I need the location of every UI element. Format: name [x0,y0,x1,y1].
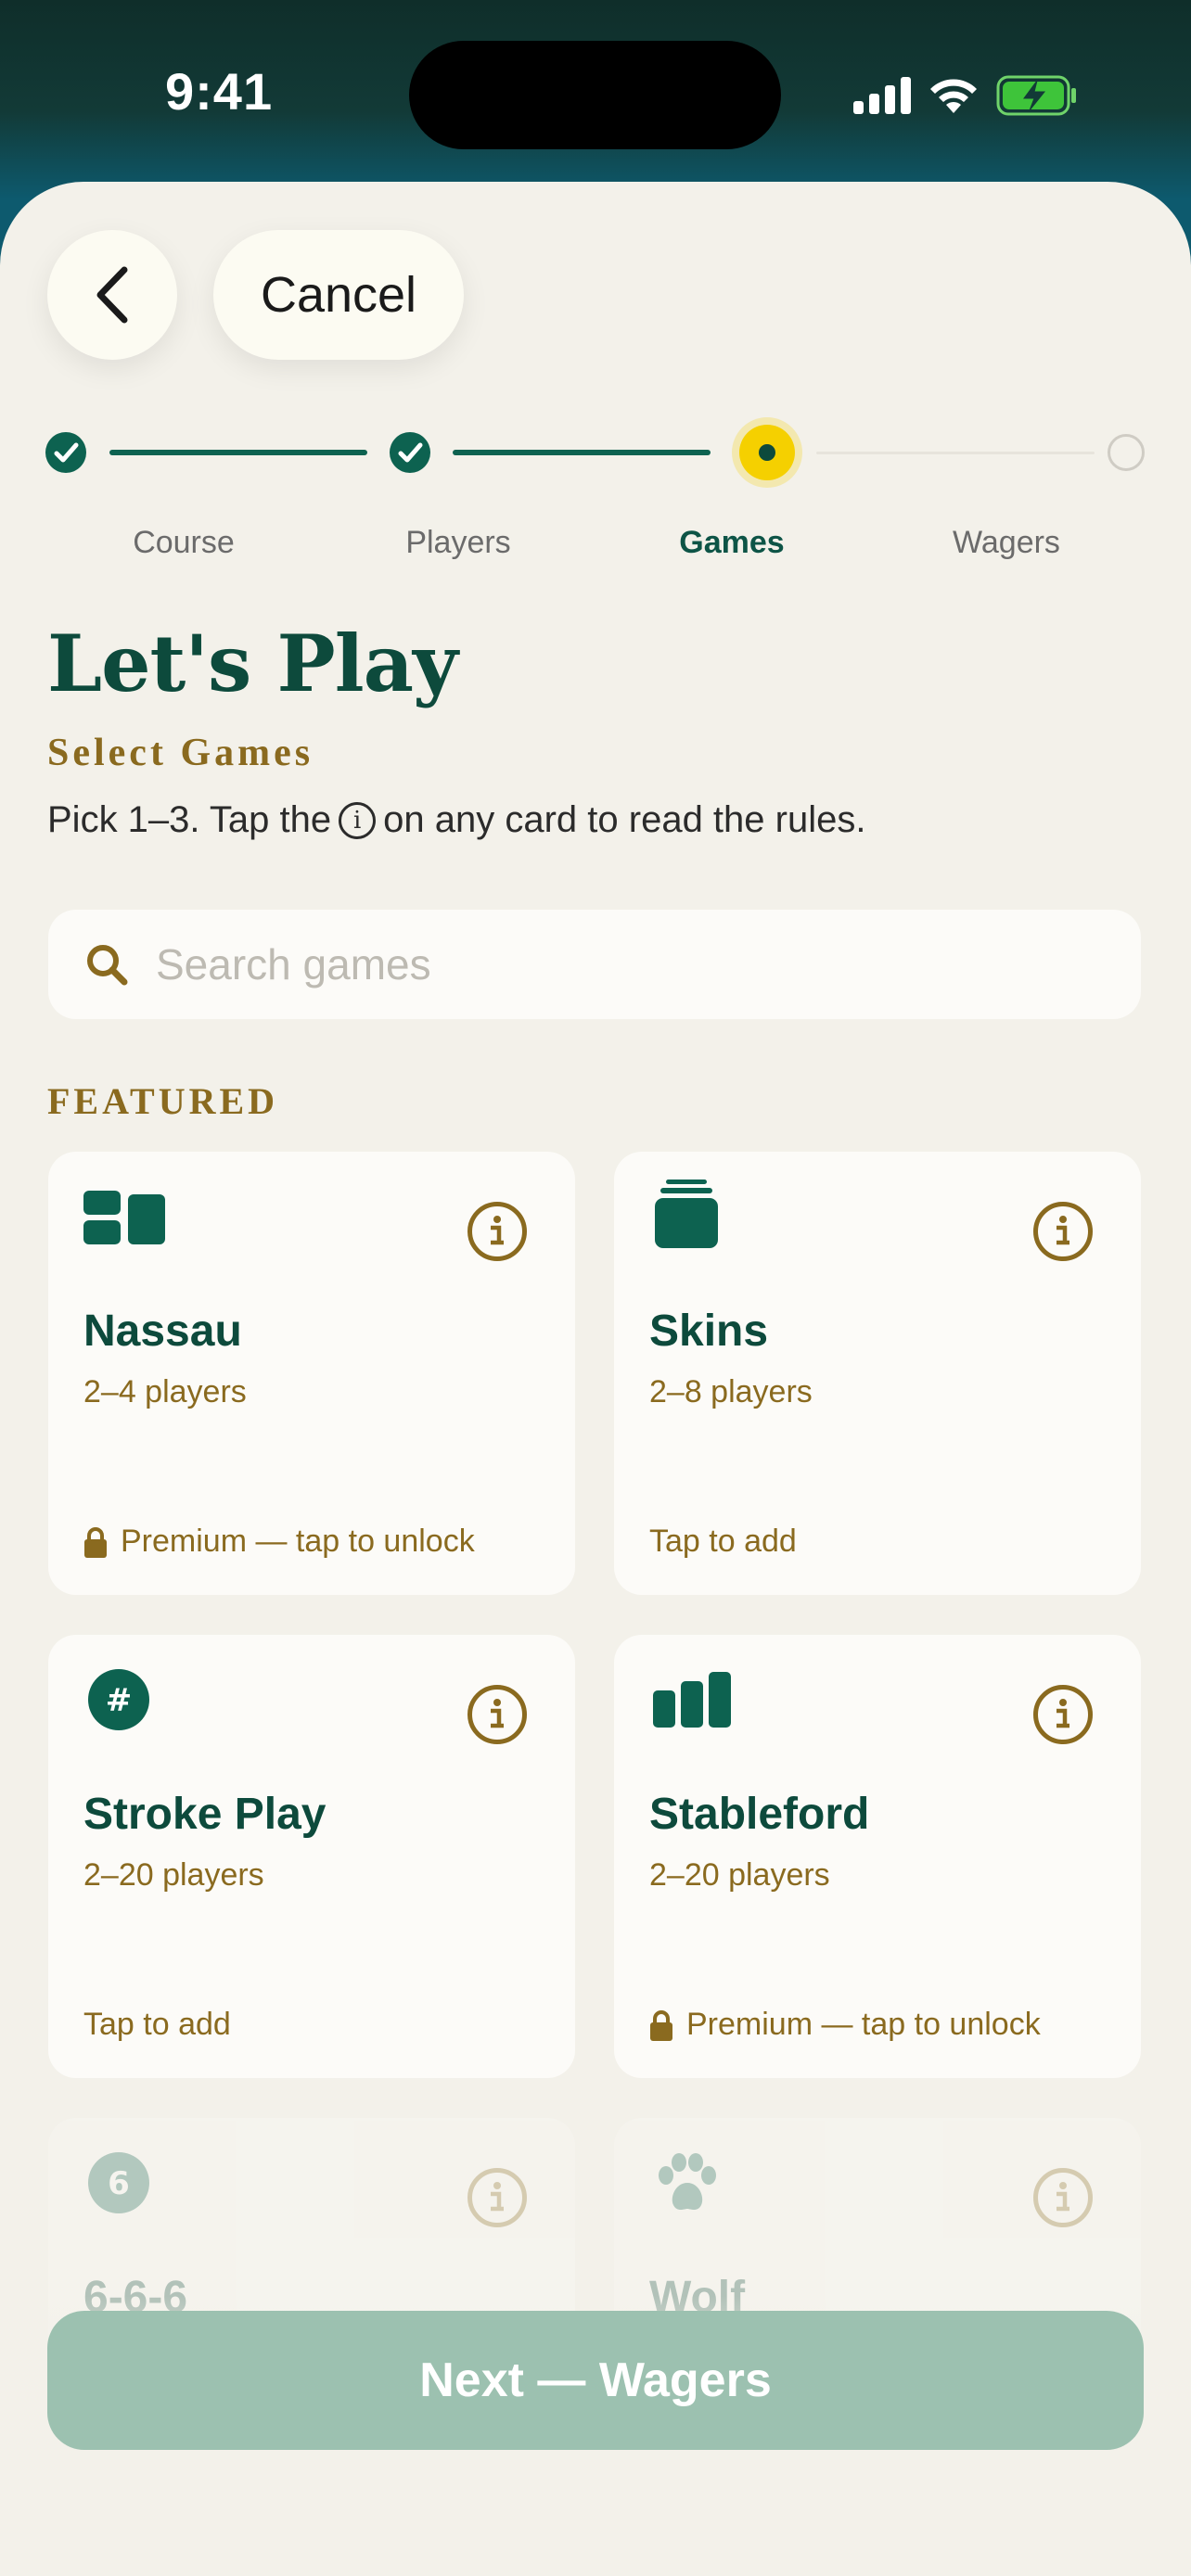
game-name: Skins [649,1307,769,1356]
paw-icon [653,2151,722,2221]
info-icon[interactable] [1033,1202,1093,1261]
step-label-wagers: Wagers [953,525,1060,560]
step-wagers-pending-icon [1108,434,1145,471]
game-card-nassau[interactable]: Nassau 2–4 players Premium — tap to unlo… [48,1152,575,1595]
split-tiles-icon [83,1191,169,1253]
tap-to-add-label: Tap to add [83,2007,231,2042]
info-icon[interactable] [467,1202,527,1261]
stepper-line-2 [453,450,711,455]
premium-label: Premium — tap to unlock [121,1524,475,1559]
game-name: Stroke Play [83,1790,327,1839]
stepper-line-1 [109,450,367,455]
cellular-signal-icon [853,77,911,114]
search-icon [87,945,128,986]
stroke-badge-text: # [106,1682,133,1719]
game-card-stableford[interactable]: Stableford 2–20 players Premium — tap to… [614,1635,1141,2078]
game-players: 2–20 players [83,1857,264,1893]
game-card-stroke-play[interactable]: # Stroke Play 2–20 players Tap to add [48,1635,575,2078]
step-games-current-icon [739,425,795,480]
six-badge-text: 6 [108,2165,130,2202]
game-players: 2–20 players [649,1857,830,1893]
step-players-check-icon [390,432,430,473]
status-bar: 9:41 [0,0,1191,185]
six-badge-icon: 6 [87,2151,150,2219]
game-players: 2–4 players [83,1374,247,1409]
info-icon[interactable] [467,1685,527,1744]
step-label-course: Course [133,525,235,560]
instruction-text: Pick 1–3. Tap the i on any card to read … [47,799,865,841]
page-subtitle: Select Games [47,732,314,774]
back-button[interactable] [47,230,177,360]
game-card-skins[interactable]: Skins 2–8 players Tap to add [614,1152,1141,1595]
lock-icon [650,2009,672,2041]
game-selection-sheet: Cancel Course Players Games Wagers Let's… [0,182,1191,2576]
wifi-icon [930,79,977,113]
stepper-line-3 [816,452,1095,454]
page-title: Let's Play [47,618,458,709]
game-footer: Tap to add [83,2007,231,2043]
game-footer: Premium — tap to unlock [83,1524,475,1560]
bar-chart-icon [653,1672,733,1732]
info-icon[interactable] [1033,2168,1093,2227]
progress-stepper: Course Players Games Wagers [0,425,1191,562]
dynamic-island [409,41,781,149]
next-wagers-button[interactable]: Next — Wagers [47,2311,1144,2450]
cancel-button[interactable]: Cancel [213,230,464,360]
status-icons [853,72,1078,119]
game-players: 2–8 players [649,1374,813,1409]
chevron-left-icon [96,266,128,324]
info-icon[interactable] [467,2168,527,2227]
status-time: 9:41 [165,62,274,121]
premium-label: Premium — tap to unlock [686,2007,1041,2042]
step-label-games: Games [679,525,785,560]
hint-before: Pick 1–3. Tap the [47,799,332,840]
hint-after: on any card to read the rules. [383,799,866,840]
featured-section-label: FEATURED [47,1080,279,1122]
info-inline-icon: i [339,801,377,839]
search-placeholder: Search games [156,940,431,988]
game-footer: Tap to add [649,1524,797,1560]
hash-badge-icon: # [87,1668,150,1736]
game-footer: Premium — tap to unlock [649,2007,1041,2043]
search-field[interactable]: Search games [48,910,1141,1019]
step-label-players: Players [405,525,511,560]
lock-icon [84,1526,107,1558]
battery-charging-icon [996,75,1076,116]
info-icon[interactable] [1033,1685,1093,1744]
game-name: Stableford [649,1790,870,1839]
step-course-check-icon [45,432,86,473]
game-name: Nassau [83,1307,242,1356]
card-stack-icon [653,1180,720,1255]
tap-to-add-label: Tap to add [649,1524,797,1559]
